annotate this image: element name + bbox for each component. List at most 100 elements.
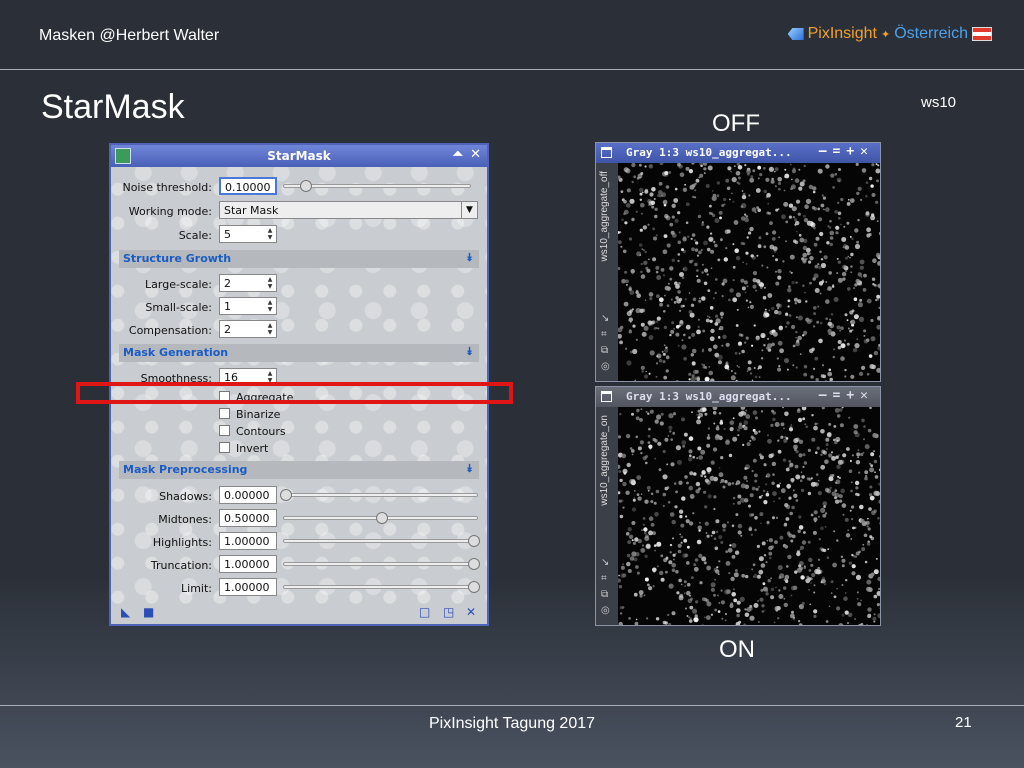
collapse-icon[interactable]: ⯯ [466,345,473,359]
star-mask-image[interactable] [618,407,880,625]
shadows-label: Shadows: [159,490,212,503]
gem-icon [787,28,804,40]
stars-field [618,163,880,381]
stars-field [618,407,880,625]
window-icon [601,147,612,158]
limit-input[interactable]: 1.00000 [219,578,277,596]
noise-threshold-row: Noise threshold: 0.10000 [111,177,487,197]
compensation-value: 2 [224,323,231,336]
chevron-down-icon[interactable]: ▼ [461,202,477,218]
image-window-sidebar: ws10_aggregate_off ↘ ⌗ ⧉ ◎ [596,163,618,381]
checkbox-box[interactable] [219,425,230,436]
highlights-label: Highlights: [152,536,212,549]
collapse-icon[interactable]: ⯯ [466,462,473,476]
noise-threshold-label: Noise threshold: [122,181,212,194]
stepper-arrows-icon[interactable]: ▲ ▼ [265,299,275,313]
window-controls-icon[interactable]: –=+✕ [819,388,874,403]
noise-threshold-slider[interactable] [283,180,471,192]
brand-pixinsight: PixInsight [807,25,877,42]
view-tools-icon[interactable]: ↘ ⌗ ⧉ ◎ [601,555,610,619]
truncation-slider[interactable] [283,558,480,570]
limit-label: Limit: [181,582,212,595]
slider-handle[interactable] [468,558,480,570]
expand-icon[interactable]: ✕ [466,606,478,618]
working-mode-row: Working mode: Star Mask ▼ [111,201,487,221]
small-scale-stepper[interactable]: 1 ▲ ▼ [219,297,277,315]
section-mask-preprocessing[interactable]: Mask Preprocessing ⯯ [119,461,479,479]
checkbox-box[interactable] [219,408,230,419]
image-window-on[interactable]: Gray 1:3 ws10_aggregat... –=+✕ ws10_aggr… [595,386,881,626]
apply-icon[interactable]: ■ [143,606,155,618]
shadows-slider[interactable] [280,489,478,501]
shade-icon[interactable]: ⏶ [453,147,463,162]
dialog-title: StarMask [267,149,331,163]
noise-threshold-input[interactable]: 0.10000 [219,177,277,195]
midtones-input[interactable]: 0.50000 [219,509,277,527]
image-window-titlebar[interactable]: Gray 1:3 ws10_aggregat... –=+✕ [596,387,880,407]
highlights-slider[interactable] [283,535,480,547]
section-title: Mask Preprocessing [123,463,248,476]
invert-label: Invert [236,442,269,455]
image-window-off[interactable]: Gray 1:3 ws10_aggregat... –=+✕ ws10_aggr… [595,142,881,382]
compensation-stepper[interactable]: 2 ▲ ▼ [219,320,277,338]
large-scale-value: 2 [224,277,231,290]
reset-icon[interactable]: □ [419,606,431,618]
stepper-arrows-icon[interactable]: ▲ ▼ [265,276,275,290]
small-scale-value: 1 [224,300,231,313]
window-controls-icon[interactable]: –=+✕ [819,144,874,159]
scale-label: Scale: [178,229,212,242]
small-scale-label: Small-scale: [145,301,212,314]
label-off: OFF [712,110,760,137]
close-icon[interactable]: ✕ [470,147,481,162]
limit-slider[interactable] [283,581,480,593]
midtones-slider[interactable] [283,512,478,524]
checkbox-box[interactable] [219,442,230,453]
slider-handle[interactable] [376,512,388,524]
new-instance-icon[interactable]: ◣ [121,606,133,618]
slider-handle[interactable] [280,489,292,501]
slider-handle[interactable] [300,180,312,192]
scale-stepper[interactable]: 5 ▲ ▼ [219,225,277,243]
highlight-box [76,382,513,404]
document-icon[interactable]: ◳ [443,606,455,618]
binarize-label: Binarize [236,408,281,421]
slide-title: StarMask [41,88,185,126]
header-divider [0,69,1024,70]
truncation-row: Truncation: 1.00000 [111,555,487,575]
footer-text: PixInsight Tagung 2017 [428,715,596,732]
slider-handle[interactable] [468,581,480,593]
view-tools-icon[interactable]: ↘ ⌗ ⧉ ◎ [601,311,610,375]
working-mode-label: Working mode: [128,205,212,218]
section-structure-growth[interactable]: Structure Growth ⯯ [119,250,479,268]
star-icon: ✦ [880,28,891,41]
image-window-titlebar[interactable]: Gray 1:3 ws10_aggregat... –=+✕ [596,143,880,163]
label-on: ON [719,636,755,663]
star-mask-image[interactable] [618,163,880,381]
highlights-input[interactable]: 1.00000 [219,532,277,550]
large-scale-stepper[interactable]: 2 ▲ ▼ [219,274,277,292]
image-identifier: ws10_aggregate_on [599,415,610,506]
working-mode-value: Star Mask [224,204,279,217]
truncation-input[interactable]: 1.00000 [219,555,277,573]
section-mask-generation[interactable]: Mask Generation ⯯ [119,344,479,362]
shadows-row: Shadows: 0.00000 [111,486,487,506]
collapse-icon[interactable]: ⯯ [466,251,473,265]
dialog-titlebar[interactable]: StarMask ⏶ ✕ [111,145,487,167]
stepper-arrows-icon[interactable]: ▲ ▼ [265,227,275,241]
window-icon [601,391,612,402]
footer-divider [0,705,1024,706]
limit-row: Limit: 1.00000 [111,578,487,598]
compensation-row: Compensation: 2 ▲ ▼ [111,320,487,340]
image-window-title: Gray 1:3 ws10_aggregat... [626,390,792,403]
slider-handle[interactable] [468,535,480,547]
image-window-sidebar: ws10_aggregate_on ↘ ⌗ ⧉ ◎ [596,407,618,625]
working-mode-select[interactable]: Star Mask ▼ [219,201,478,219]
image-identifier: ws10_aggregate_off [599,171,610,262]
scale-value: 5 [224,228,231,241]
stepper-arrows-icon[interactable]: ▲ ▼ [265,322,275,336]
page-number: 21 [955,714,972,731]
midtones-row: Midtones: 0.50000 [111,509,487,529]
truncation-label: Truncation: [150,559,212,572]
shadows-input[interactable]: 0.00000 [219,486,277,504]
small-scale-row: Small-scale: 1 ▲ ▼ [111,297,487,317]
